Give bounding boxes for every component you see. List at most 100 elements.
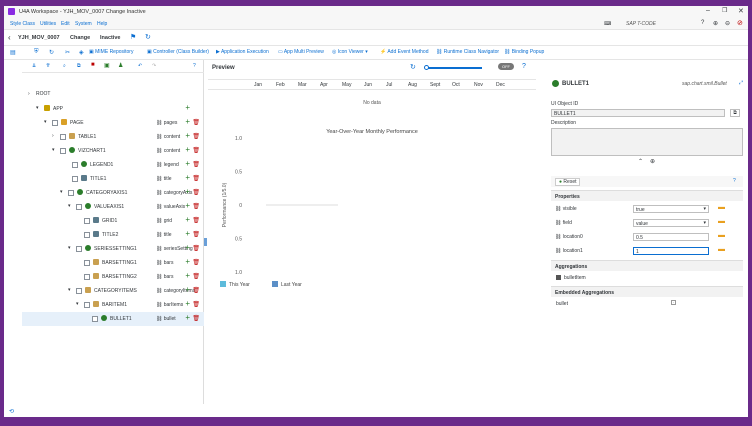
menu-edit[interactable]: Edit (61, 21, 70, 27)
restore-icon[interactable]: ❐ (722, 7, 727, 14)
collapse-up-icon[interactable]: ⌃ (638, 158, 643, 165)
delete-node-icon[interactable]: 🗑 (192, 203, 200, 210)
menu-utilities[interactable]: Utilities (40, 21, 56, 27)
tree-checkbox[interactable] (72, 162, 78, 168)
tree-row[interactable]: BARSETTING1 ⛓ bars + 🗑 (22, 256, 204, 270)
tree-row[interactable]: ▾ CATEGORYAXIS1 ⛓ categoryAxis + 🗑 (22, 186, 204, 200)
emb-item[interactable]: bullet (556, 301, 568, 307)
add-child-icon[interactable]: + (185, 160, 190, 168)
help-icon[interactable]: ? (701, 20, 704, 26)
preview-toggle[interactable]: OFF (498, 63, 514, 70)
add-child-icon[interactable]: + (185, 258, 190, 266)
delete-node-icon[interactable]: 🗑 (192, 217, 200, 224)
delete-node-icon[interactable]: 🗑 (192, 119, 200, 126)
expand-arrow-icon[interactable]: › (28, 91, 30, 97)
expand-arrow-icon[interactable]: ▾ (44, 119, 47, 125)
tree-row[interactable]: BULLET1 ⛓ bullet + 🗑 (22, 312, 204, 326)
emb-info-icon[interactable]: · (671, 300, 676, 305)
tree-row[interactable]: BARSETTING2 ⛓ bars + 🗑 (22, 270, 204, 284)
zoom-out-icon[interactable]: ⊖ (725, 20, 730, 27)
property-input[interactable]: 0.5 (633, 233, 709, 241)
tree-checkbox[interactable] (60, 148, 66, 154)
tree-row[interactable]: › ROOT (22, 87, 204, 101)
expand-arrow-icon[interactable]: › (52, 133, 54, 139)
tree-checkbox[interactable] (84, 218, 90, 224)
preview-help-icon[interactable]: ? (522, 63, 526, 70)
layout-icon[interactable]: ▤ (10, 49, 16, 56)
delete-node-icon[interactable]: 🗑 (192, 175, 200, 182)
back-icon[interactable]: ‹ (8, 33, 11, 42)
close-icon[interactable]: ✕ (738, 7, 744, 15)
zoom-slider[interactable] (424, 65, 482, 70)
props-help-icon[interactable]: ? (733, 178, 736, 184)
tree-checkbox[interactable] (84, 260, 90, 266)
cube-icon[interactable]: ◈ (79, 49, 84, 56)
menu-style-class[interactable]: Style Class (10, 21, 35, 27)
tree-checkbox[interactable] (92, 316, 98, 322)
tree-checkbox[interactable] (76, 204, 82, 210)
tree-row[interactable]: ▾ CATEGORYITEMS ⛓ categoryItems + 🗑 (22, 284, 204, 298)
slider-handle[interactable] (424, 65, 429, 70)
add-child-icon[interactable]: + (185, 174, 190, 182)
runtime-button[interactable]: ⛓ Runtime Class Navigator (436, 49, 499, 55)
tree-row[interactable]: ▾ PAGE ⛓ pages + 🗑 (22, 116, 204, 130)
sync-icon[interactable]: ↻ (49, 49, 54, 56)
binding-folder-icon[interactable]: ▬ (718, 232, 725, 239)
tree-row[interactable]: ▾ VALUEAXIS1 ⛓ valueAxis + 🗑 (22, 200, 204, 214)
zoom-in-icon[interactable]: ⊕ (713, 20, 718, 27)
add-child-icon[interactable]: + (185, 188, 190, 196)
add-event-button[interactable]: ⚡ Add Event Method (380, 49, 428, 55)
add-child-icon[interactable]: + (185, 104, 190, 112)
paste-icon[interactable]: ▣ (104, 62, 110, 69)
tree-row[interactable]: TITLE1 ⛓ title + 🗑 (22, 172, 204, 186)
expand-arrow-icon[interactable]: ▾ (68, 203, 71, 209)
add-child-icon[interactable]: + (185, 244, 190, 252)
tree-row[interactable]: ▾ VIZCHART1 ⛓ content + 🗑 (22, 144, 204, 158)
refresh-icon[interactable]: ↻ (410, 63, 416, 71)
expand-arrow-icon[interactable]: ▾ (76, 301, 79, 307)
search-icon[interactable]: ⌕ (63, 63, 66, 69)
tree-checkbox[interactable] (76, 246, 82, 252)
menu-system[interactable]: System (75, 21, 92, 27)
add-child-icon[interactable]: + (185, 300, 190, 308)
expand-all-icon[interactable]: ⇊ (32, 63, 36, 69)
mime-button[interactable]: ▣ MIME Repository (89, 49, 133, 55)
tree-checkbox[interactable] (84, 302, 90, 308)
tree-row[interactable]: GRID1 ⛓ grid + 🗑 (22, 214, 204, 228)
expand-arrow-icon[interactable]: ▾ (68, 287, 71, 293)
collapse-all-icon[interactable]: ⇈ (46, 63, 50, 69)
copy-id-icon[interactable]: ⧉ (730, 109, 740, 117)
delete-node-icon[interactable]: 🗑 (192, 189, 200, 196)
tree-row[interactable]: ▾ SERIESSETTING1 ⛓ seriesSetting + 🗑 (22, 242, 204, 256)
tree-checkbox[interactable] (68, 190, 74, 196)
shield-icon[interactable]: ⛨ (34, 49, 39, 56)
icon-viewer-button[interactable]: ◎ Icon Viewer ▾ (332, 49, 368, 55)
tree-row[interactable]: ▾ BARITEM1 ⛓ barItems + 🗑 (22, 298, 204, 312)
delete-node-icon[interactable]: 🗑 (192, 287, 200, 294)
splitter-handle[interactable] (204, 238, 207, 246)
add-child-icon[interactable]: + (185, 230, 190, 238)
add-child-icon[interactable]: + (185, 132, 190, 140)
minimize-icon[interactable]: – (706, 7, 710, 14)
tree-checkbox[interactable] (72, 176, 78, 182)
delete-node-icon[interactable]: 🗑 (192, 147, 200, 154)
delete-node-icon[interactable]: 🗑 (192, 259, 200, 266)
add-child-icon[interactable]: + (185, 272, 190, 280)
binding-folder-icon[interactable]: ▬ (718, 218, 725, 225)
tree-checkbox[interactable] (84, 274, 90, 280)
tree-row[interactable]: LEGEND1 ⛓ legend + 🗑 (22, 158, 204, 172)
exit-icon[interactable]: ⊘ (737, 19, 743, 27)
app-exec-button[interactable]: ▶ Application Execution (216, 49, 269, 55)
delete-node-icon[interactable]: 🗑 (192, 231, 200, 238)
refresh-icon[interactable]: ↻ (145, 33, 151, 41)
add-child-icon[interactable]: + (185, 146, 190, 154)
property-select[interactable]: true ▾ (633, 205, 709, 213)
tree-checkbox[interactable] (84, 232, 90, 238)
property-select[interactable]: value ▾ (633, 219, 709, 227)
tree-row[interactable]: ▾ APP + (22, 102, 204, 116)
undo-icon[interactable]: ↶ (138, 63, 142, 69)
binding-button[interactable]: ⛓ Binding Popup (504, 49, 544, 55)
panel-expand-icon[interactable]: ⤢ (739, 80, 743, 86)
delete-node-icon[interactable]: 🗑 (192, 301, 200, 308)
expand-arrow-icon[interactable]: ▾ (60, 189, 63, 195)
